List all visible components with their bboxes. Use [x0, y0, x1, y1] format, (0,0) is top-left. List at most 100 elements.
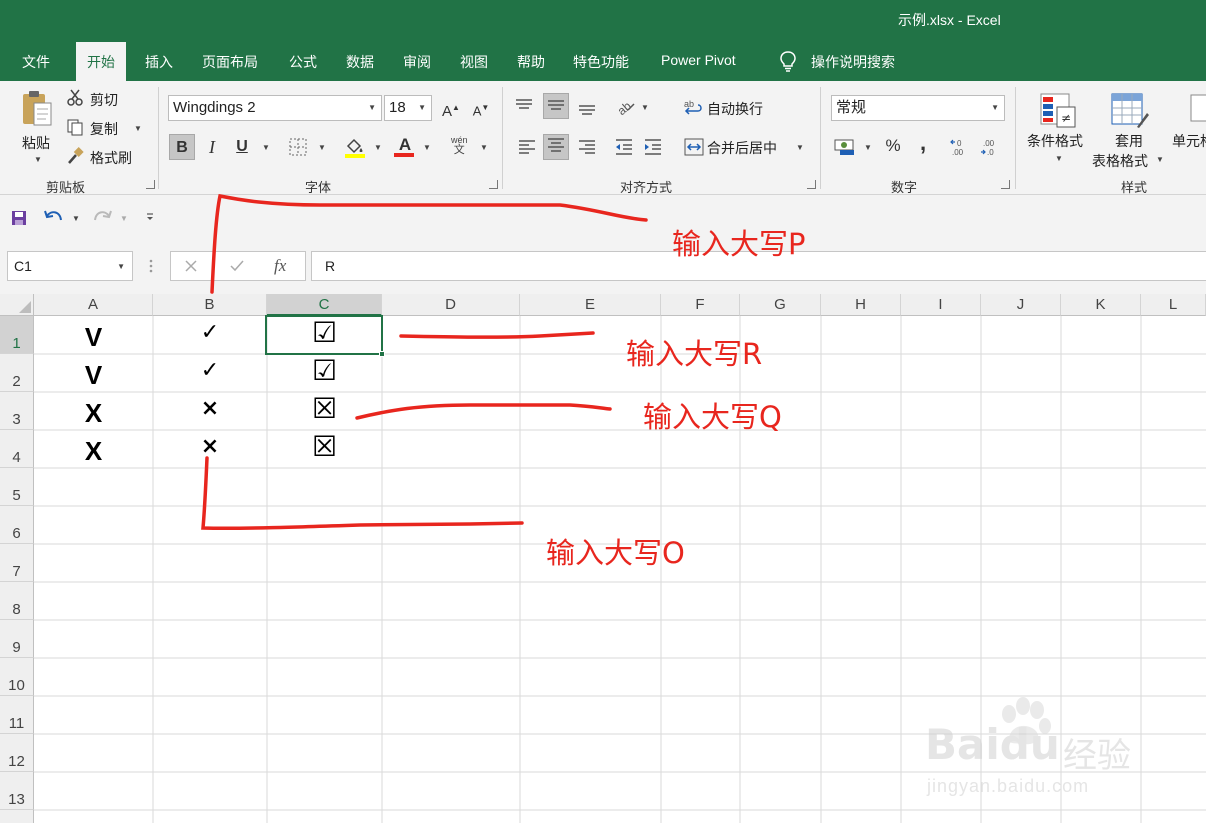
- format-as-table-label-1[interactable]: 套用: [1115, 131, 1143, 151]
- font-launcher-icon[interactable]: [489, 180, 498, 189]
- row-header-4[interactable]: 4: [0, 430, 34, 468]
- format-painter-button[interactable]: 格式刷: [90, 148, 132, 168]
- copy-dropdown-icon[interactable]: ▼: [134, 124, 142, 133]
- enter-icon[interactable]: [229, 259, 245, 273]
- orientation-icon[interactable]: ab: [614, 96, 636, 116]
- column-header-d[interactable]: D: [382, 294, 520, 316]
- tab-power-pivot[interactable]: Power Pivot: [661, 52, 736, 68]
- row-header-14[interactable]: [0, 810, 34, 823]
- save-icon[interactable]: [11, 210, 27, 226]
- column-header-a[interactable]: A: [34, 294, 153, 316]
- column-header-k[interactable]: K: [1061, 294, 1141, 316]
- row-header-11[interactable]: 11: [0, 696, 34, 734]
- wrap-text-button[interactable]: 自动换行: [707, 99, 763, 119]
- tab-formulas[interactable]: 公式: [289, 52, 317, 72]
- cell-b3[interactable]: ×: [153, 390, 267, 428]
- align-left-icon[interactable]: [517, 137, 537, 157]
- column-header-l[interactable]: L: [1141, 294, 1206, 316]
- tab-insert[interactable]: 插入: [145, 52, 173, 72]
- row-header-12[interactable]: 12: [0, 734, 34, 772]
- tab-file[interactable]: 文件: [22, 52, 50, 72]
- row-header-9[interactable]: 9: [0, 620, 34, 658]
- column-header-f[interactable]: F: [661, 294, 740, 316]
- column-header-g[interactable]: G: [740, 294, 821, 316]
- formula-bar-grip-icon[interactable]: [148, 257, 154, 275]
- cell-c4[interactable]: ☒: [267, 428, 382, 466]
- cell-c3[interactable]: ☒: [267, 390, 382, 428]
- align-middle-button[interactable]: [543, 93, 569, 119]
- column-header-i[interactable]: I: [901, 294, 981, 316]
- column-header-e[interactable]: E: [520, 294, 661, 316]
- accounting-format-icon[interactable]: [834, 137, 858, 157]
- column-header-h[interactable]: H: [821, 294, 901, 316]
- align-right-icon[interactable]: [577, 137, 597, 157]
- tab-review[interactable]: 审阅: [403, 52, 431, 72]
- increase-font-size-icon[interactable]: A▲: [438, 95, 464, 121]
- row-header-7[interactable]: 7: [0, 544, 34, 582]
- number-format-select[interactable]: 常规 ▼: [831, 95, 1005, 121]
- comma-style-button[interactable]: ,: [910, 130, 936, 156]
- redo-dropdown-icon[interactable]: ▼: [120, 214, 128, 223]
- fill-handle[interactable]: [379, 351, 385, 357]
- undo-icon[interactable]: [43, 208, 65, 226]
- cell-c2[interactable]: ☑: [267, 352, 382, 390]
- tab-data[interactable]: 数据: [346, 52, 374, 72]
- font-name-select[interactable]: Wingdings 2 ▼: [168, 95, 382, 121]
- tab-help[interactable]: 帮助: [517, 52, 545, 72]
- row-header-3[interactable]: 3: [0, 392, 34, 430]
- format-as-table-dropdown-icon[interactable]: ▼: [1156, 155, 1164, 164]
- align-center-button[interactable]: [543, 134, 569, 160]
- row-header-8[interactable]: 8: [0, 582, 34, 620]
- cell-a1[interactable]: V: [34, 318, 153, 356]
- redo-icon[interactable]: [91, 208, 113, 226]
- row-header-13[interactable]: 13: [0, 772, 34, 810]
- percent-style-button[interactable]: %: [880, 133, 906, 159]
- align-bottom-icon[interactable]: [577, 96, 597, 116]
- undo-dropdown-icon[interactable]: ▼: [72, 214, 80, 223]
- merge-center-dropdown-icon[interactable]: ▼: [796, 143, 804, 152]
- underline-dropdown-icon[interactable]: ▼: [262, 143, 270, 152]
- paste-icon[interactable]: [20, 89, 54, 129]
- row-header-2[interactable]: 2: [0, 354, 34, 392]
- tab-view[interactable]: 视图: [460, 52, 488, 72]
- font-color-dropdown-icon[interactable]: ▼: [423, 143, 431, 152]
- tab-special-features[interactable]: 特色功能: [573, 52, 629, 72]
- cell-b1[interactable]: ✓: [153, 314, 267, 352]
- underline-button[interactable]: U: [229, 134, 255, 160]
- fill-color-icon[interactable]: [344, 136, 366, 158]
- row-header-5[interactable]: 5: [0, 468, 34, 506]
- conditional-formatting-button[interactable]: 条件格式: [1027, 131, 1083, 151]
- accounting-dropdown-icon[interactable]: ▼: [864, 143, 872, 152]
- alignment-launcher-icon[interactable]: [807, 180, 816, 189]
- tab-home[interactable]: 开始: [76, 42, 126, 81]
- conditional-formatting-dropdown-icon[interactable]: ▼: [1055, 154, 1063, 163]
- font-size-select[interactable]: 18 ▼: [384, 95, 432, 121]
- decrease-decimal-icon[interactable]: .00.0: [980, 137, 1002, 157]
- active-cell-c1[interactable]: [265, 315, 383, 355]
- cell-a2[interactable]: V: [34, 356, 153, 394]
- phonetic-guide-icon[interactable]: wén 文: [451, 135, 468, 156]
- paste-button[interactable]: 粘贴: [22, 133, 50, 153]
- increase-decimal-icon[interactable]: 0.00: [950, 137, 972, 157]
- cancel-icon[interactable]: [184, 259, 198, 273]
- decrease-font-size-icon[interactable]: A▼: [468, 95, 494, 121]
- merge-center-button[interactable]: 合并后居中: [707, 138, 777, 158]
- row-header-10[interactable]: 10: [0, 658, 34, 696]
- column-header-j[interactable]: J: [981, 294, 1061, 316]
- row-header-6[interactable]: 6: [0, 506, 34, 544]
- bold-button[interactable]: B: [169, 134, 195, 160]
- italic-button[interactable]: I: [199, 134, 225, 160]
- decrease-indent-icon[interactable]: [614, 137, 634, 157]
- orientation-dropdown-icon[interactable]: ▼: [641, 103, 649, 112]
- clipboard-launcher-icon[interactable]: [146, 180, 155, 189]
- borders-dropdown-icon[interactable]: ▼: [318, 143, 326, 152]
- cell-b2[interactable]: ✓: [153, 352, 267, 390]
- phonetic-dropdown-icon[interactable]: ▼: [480, 143, 488, 152]
- cell-a3[interactable]: X: [34, 394, 153, 432]
- column-header-c[interactable]: C: [267, 294, 382, 316]
- cell-a4[interactable]: X: [34, 432, 153, 470]
- tab-page-layout[interactable]: 页面布局: [202, 52, 258, 72]
- cut-button[interactable]: 剪切: [90, 90, 118, 110]
- cell-styles-button[interactable]: 单元格: [1172, 131, 1206, 151]
- borders-icon[interactable]: [289, 138, 307, 156]
